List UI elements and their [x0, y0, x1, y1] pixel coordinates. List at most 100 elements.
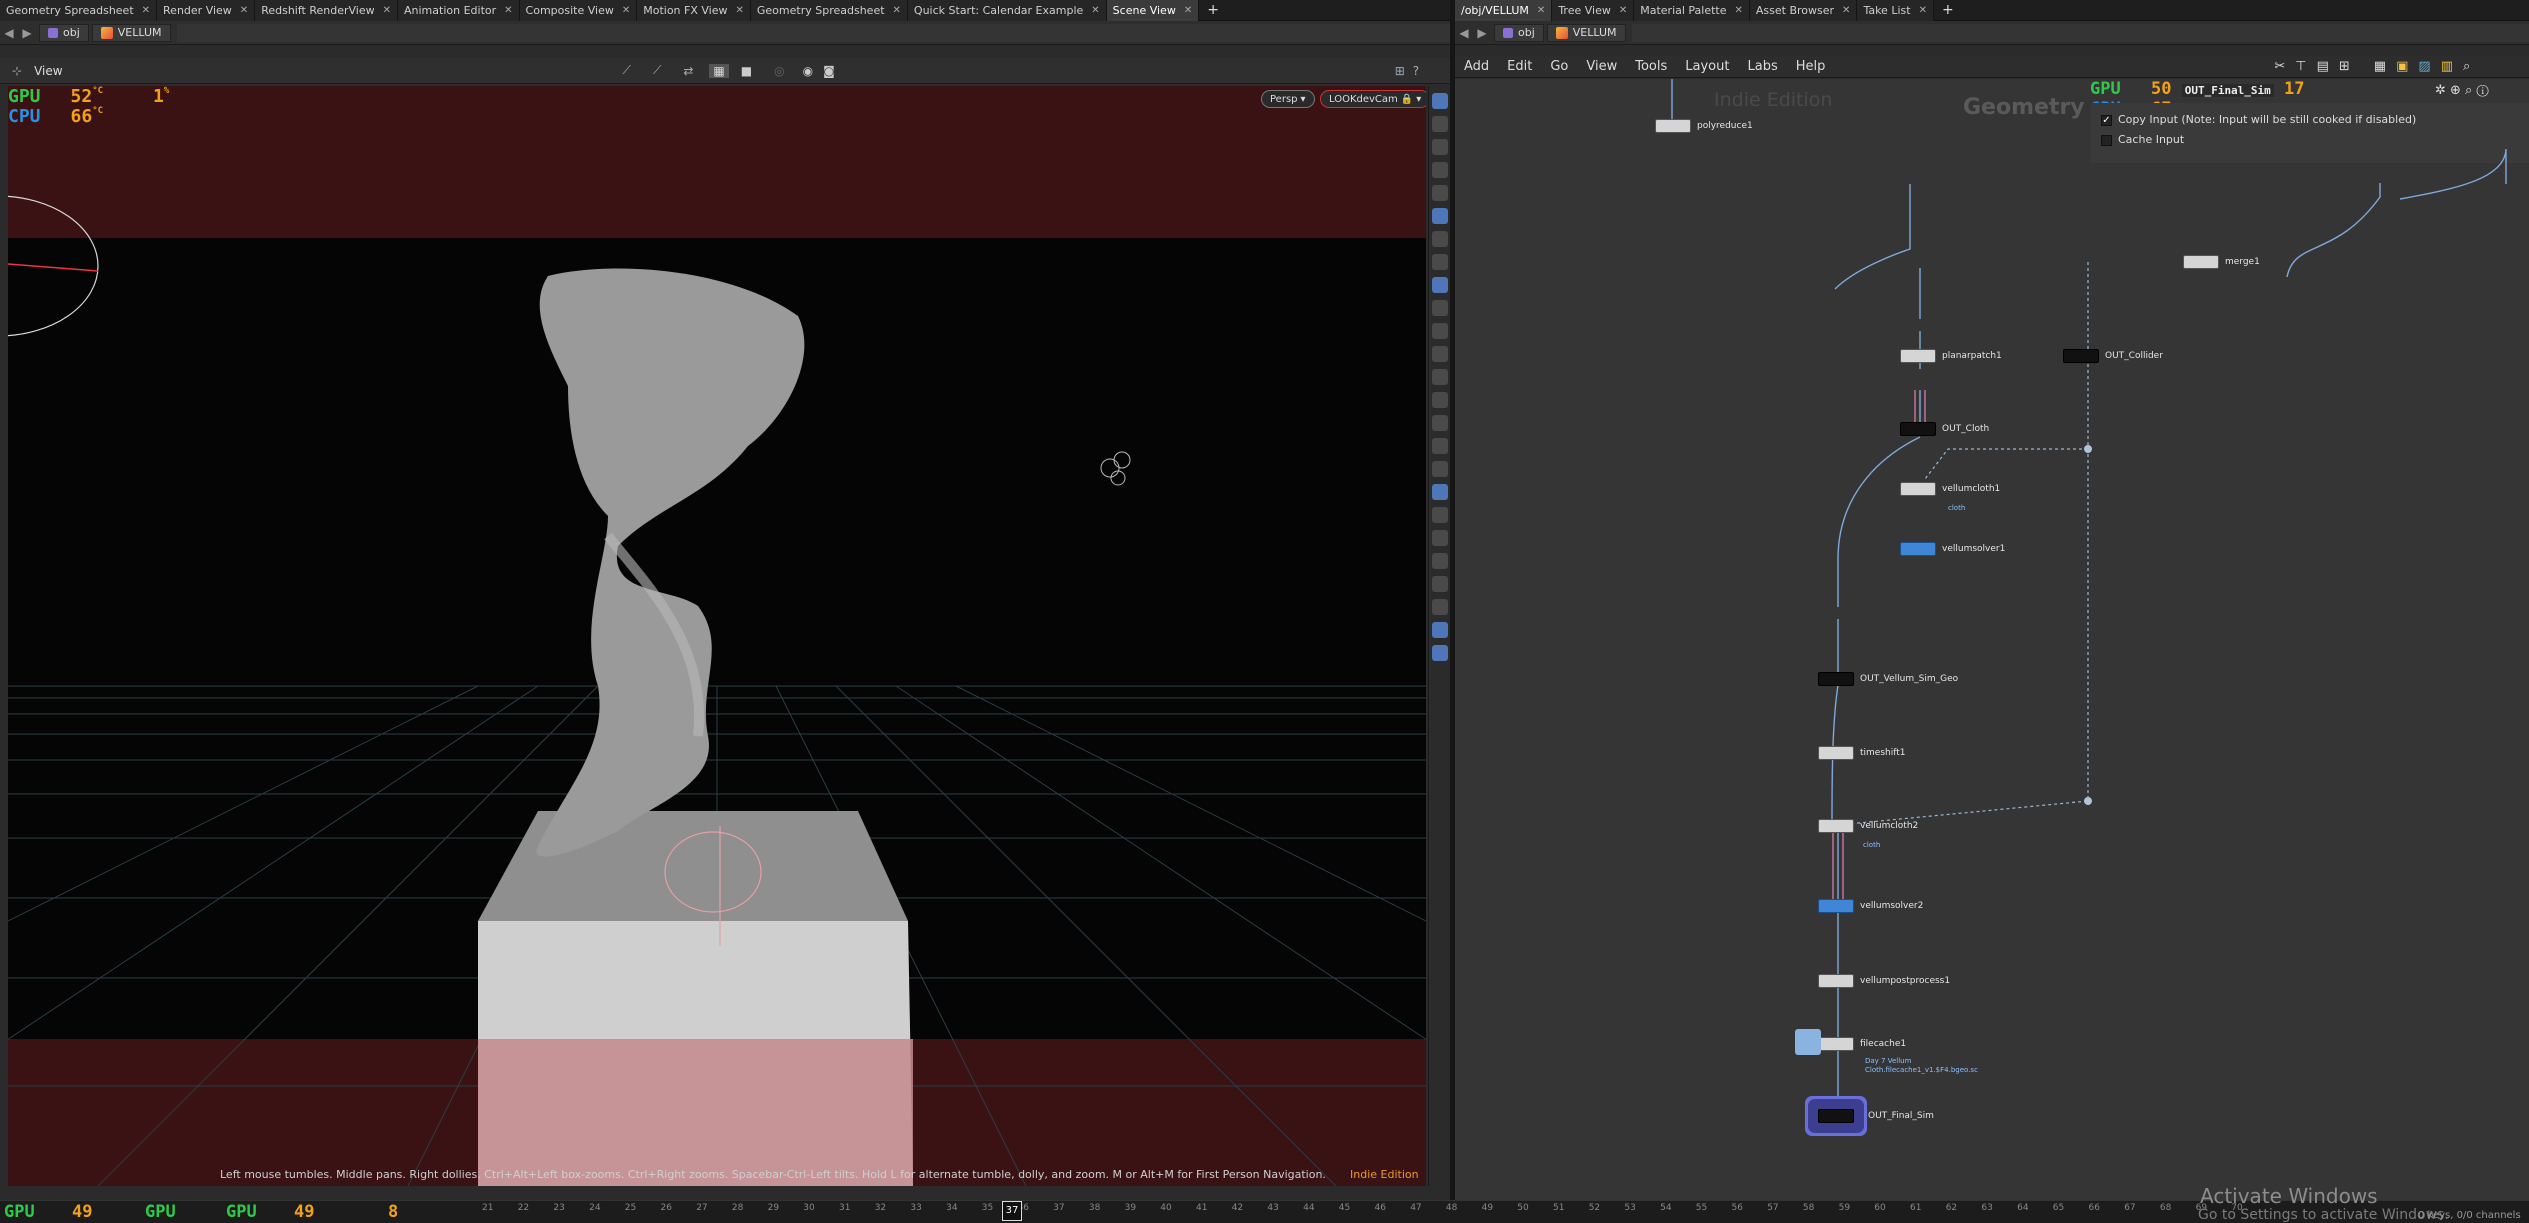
- layout-icon[interactable]: ⊞: [2339, 59, 2350, 74]
- add-tab-icon[interactable]: +: [1199, 2, 1227, 18]
- breadcrumb-obj[interactable]: obj: [39, 23, 89, 42]
- persp-button[interactable]: Persp ▾: [1261, 90, 1315, 108]
- forward-arrow-icon[interactable]: ▶: [18, 26, 36, 40]
- menu-edit[interactable]: Edit: [1498, 59, 1541, 74]
- brush-icon[interactable]: [1431, 392, 1448, 408]
- tab-material-palette[interactable]: Material Palette ✕: [1634, 0, 1750, 21]
- snap-icon[interactable]: [1431, 162, 1448, 178]
- node-vellumcloth1[interactable]: vellumcloth1: [1900, 482, 2000, 496]
- record-icon[interactable]: ◎: [774, 64, 784, 78]
- tab-geometry-spreadsheet[interactable]: Geometry Spreadsheet ✕: [0, 0, 158, 21]
- camera-icon[interactable]: ◉: [803, 64, 813, 78]
- snapshot-icon[interactable]: ◙: [823, 64, 835, 78]
- grid-toggle-icon[interactable]: ▦: [2374, 59, 2386, 74]
- pin-icon[interactable]: [1431, 576, 1448, 592]
- close-icon[interactable]: ✕: [1184, 5, 1192, 16]
- node-vellumcloth2[interactable]: vellumcloth2: [1818, 819, 1918, 833]
- close-icon[interactable]: ✕: [1537, 5, 1545, 16]
- node-planarpatch1[interactable]: planarpatch1: [1900, 349, 2002, 363]
- tab-animation-editor[interactable]: Animation Editor ✕: [398, 0, 520, 21]
- menu-help[interactable]: Help: [1787, 59, 1835, 74]
- light-icon[interactable]: [1431, 185, 1448, 201]
- image-icon[interactable]: ▨: [2418, 59, 2430, 74]
- node-vellumpostprocess1[interactable]: vellumpostprocess1: [1818, 974, 1950, 988]
- close-icon[interactable]: ✕: [1735, 5, 1743, 16]
- menu-add[interactable]: Add: [1455, 59, 1498, 74]
- menu-labs[interactable]: Labs: [1738, 59, 1786, 74]
- help-icon[interactable]: ?: [1413, 64, 1419, 78]
- tab-scene-view[interactable]: Scene View ✕: [1106, 0, 1200, 21]
- tree-icon[interactable]: ⊤: [2295, 59, 2306, 74]
- camera-view-icon[interactable]: [1431, 622, 1448, 638]
- statue-mesh[interactable]: [536, 268, 805, 857]
- close-icon[interactable]: ✕: [736, 5, 744, 16]
- forward-arrow-icon[interactable]: ▶: [1473, 26, 1491, 40]
- display-icon[interactable]: [1431, 93, 1448, 109]
- cube-icon[interactable]: [1431, 507, 1448, 523]
- path-field[interactable]: [176, 23, 1450, 42]
- shade-icon[interactable]: [1431, 277, 1448, 293]
- shelf-icon[interactable]: [1431, 461, 1448, 477]
- menu-tools[interactable]: Tools: [1626, 59, 1676, 74]
- tab-take-list[interactable]: Take List ✕: [1857, 0, 1934, 21]
- node-vellumsolver1[interactable]: vellumsolver1: [1900, 542, 2005, 556]
- menu-layout[interactable]: Layout: [1676, 59, 1738, 74]
- back-arrow-icon[interactable]: ◀: [0, 26, 18, 40]
- menu-go[interactable]: Go: [1541, 59, 1577, 74]
- tab-geometry-spreadsheet-2[interactable]: Geometry Spreadsheet ✕: [750, 0, 908, 21]
- key-icon[interactable]: [1431, 415, 1448, 431]
- breadcrumb-vellum[interactable]: VELLUM: [91, 23, 171, 42]
- sphere-icon[interactable]: [1431, 530, 1448, 546]
- bulb2-icon[interactable]: [1431, 254, 1448, 270]
- tab-composite-view[interactable]: Composite View ✕: [519, 0, 638, 21]
- lock-icon[interactable]: [1431, 139, 1448, 155]
- dot-icon[interactable]: [1431, 346, 1448, 362]
- list-icon[interactable]: ▤: [2317, 59, 2329, 74]
- tab-network-view[interactable]: /obj/VELLUM ✕: [1455, 0, 1553, 21]
- vis-icon[interactable]: [1431, 208, 1448, 224]
- camera-gizmo[interactable]: [1100, 451, 1131, 486]
- node-out-cloth[interactable]: OUT_Cloth: [1900, 422, 1989, 436]
- tab-render-view[interactable]: Render View ✕: [157, 0, 256, 21]
- close-icon[interactable]: ✕: [142, 5, 150, 16]
- close-icon[interactable]: ✕: [1919, 5, 1927, 16]
- node-timeshift1[interactable]: timeshift1: [1818, 746, 1906, 760]
- node-out-final-sim[interactable]: OUT_Final_Sim: [1818, 1109, 1934, 1123]
- menu-view[interactable]: View: [1577, 59, 1626, 74]
- add-tab-icon[interactable]: +: [1934, 2, 1962, 18]
- viewer-menu-icon[interactable]: ⊹: [12, 64, 22, 78]
- timeline[interactable]: GPU 49 GPU GPU 49 8 21 22 23 24 25 26 27 28 29 30…: [0, 1200, 2529, 1223]
- folder-icon[interactable]: ▥: [2441, 59, 2453, 74]
- note-icon[interactable]: ▣: [2396, 59, 2408, 74]
- breadcrumb-obj[interactable]: obj: [1494, 23, 1544, 42]
- rotate-tool-icon[interactable]: ⇄: [683, 64, 693, 78]
- box-icon[interactable]: [1431, 599, 1448, 615]
- close-icon[interactable]: ✕: [1091, 5, 1099, 16]
- wrench-icon[interactable]: ✂: [2274, 59, 2285, 74]
- close-icon[interactable]: ✕: [504, 5, 512, 16]
- tab-motion-fx-view[interactable]: Motion FX View ✕: [637, 0, 751, 21]
- close-icon[interactable]: ✕: [1842, 5, 1850, 16]
- close-icon[interactable]: ✕: [383, 5, 391, 16]
- image-icon[interactable]: [1431, 553, 1448, 569]
- select-tool-icon[interactable]: ⟋: [623, 63, 631, 78]
- node-vellumsolver2[interactable]: vellumsolver2: [1818, 899, 1923, 913]
- location-icon[interactable]: [1431, 645, 1448, 661]
- tab-asset-browser[interactable]: Asset Browser ✕: [1749, 0, 1858, 21]
- bulb-icon[interactable]: [1431, 231, 1448, 247]
- viewer-layout-icon[interactable]: ⊞: [1395, 64, 1405, 78]
- points-icon[interactable]: [1431, 323, 1448, 339]
- current-frame-marker[interactable]: 37: [1002, 1201, 1022, 1221]
- stop-icon[interactable]: ■: [741, 64, 752, 78]
- close-icon[interactable]: ✕: [893, 5, 901, 16]
- ortho-icon[interactable]: [1431, 484, 1448, 500]
- close-icon[interactable]: ✕: [622, 5, 630, 16]
- wire-icon[interactable]: [1431, 300, 1448, 316]
- close-icon[interactable]: ✕: [1619, 5, 1627, 16]
- tab-tree-view[interactable]: Tree View ✕: [1552, 0, 1635, 21]
- path-field[interactable]: [1631, 23, 2529, 42]
- node-merge1[interactable]: merge1: [2183, 255, 2260, 269]
- tab-redshift-renderview[interactable]: Redshift RenderView ✕: [255, 0, 398, 21]
- back-arrow-icon[interactable]: ◀: [1455, 26, 1473, 40]
- network-editor[interactable]: Indie Edition Geometry GPU 50 OUT_Final_…: [1455, 79, 2529, 1200]
